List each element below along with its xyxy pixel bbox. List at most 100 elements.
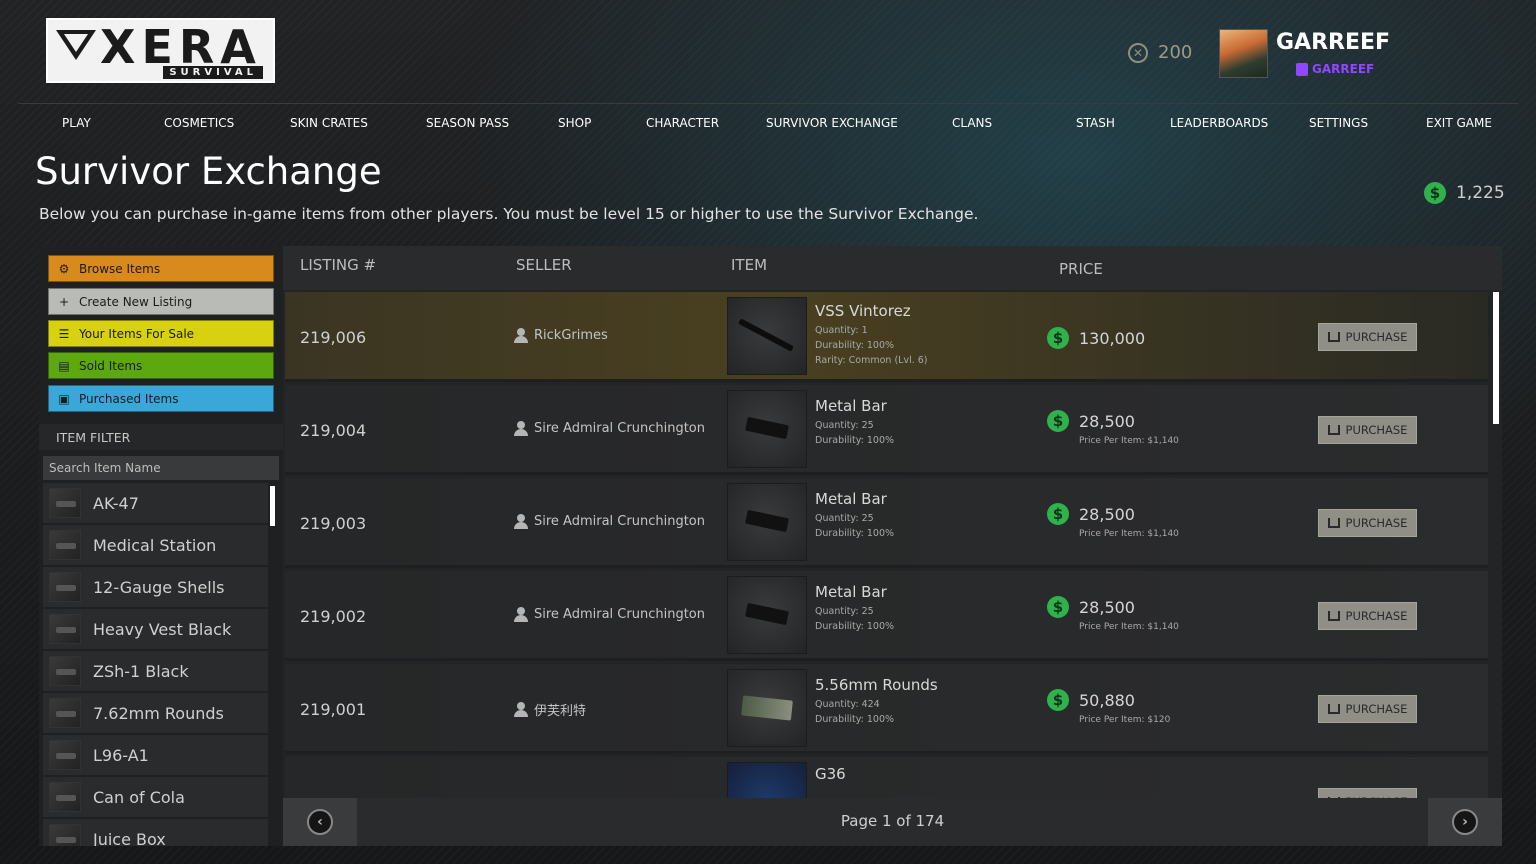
item-name: Metal Bar — [815, 490, 887, 508]
seller-name: Sire Admiral Crunchington — [534, 421, 705, 436]
table-row: 219,001 伊芙利特 5.56mm Rounds Quantity: 424… — [285, 664, 1488, 754]
item-durability: Durability: 100% — [815, 714, 895, 725]
filter-item-label: Heavy Vest Black — [93, 619, 232, 639]
main-nav: PLAY COSMETICS SKIN CRATES SEASON PASS S… — [18, 106, 1518, 142]
next-page-button[interactable]: › — [1428, 798, 1502, 846]
filter-item[interactable]: 12-Gauge Shells — [43, 567, 268, 609]
filter-item-label: 7.62mm Rounds — [93, 703, 224, 723]
seller-name: Sire Admiral Crunchington — [534, 607, 705, 622]
page-description: Below you can purchase in-game items fro… — [39, 205, 979, 223]
table-scrollbar[interactable] — [1493, 292, 1499, 424]
seller: Sire Admiral Crunchington — [514, 421, 705, 436]
coin-count: 200 — [1158, 42, 1193, 63]
create-listing-button[interactable]: + Create New Listing — [48, 288, 274, 315]
price: $28,500 — [1047, 503, 1135, 525]
cart-icon — [1327, 332, 1340, 342]
nav-stash[interactable]: STASH — [1076, 116, 1115, 130]
nav-shop[interactable]: SHOP — [558, 116, 591, 130]
nav-clans[interactable]: CLANS — [952, 116, 992, 130]
items-for-sale-button[interactable]: ☰ Your Items For Sale — [48, 320, 274, 347]
coin-balance: ✕ 200 — [1128, 42, 1192, 63]
logo-subtitle: SURVIVAL — [163, 66, 263, 79]
item-thumbnail — [49, 530, 81, 560]
item-quantity: Quantity: 25 — [815, 420, 874, 431]
table-row: G36 PURCHASE — [285, 757, 1488, 798]
purchase-button[interactable]: PURCHASE — [1318, 602, 1417, 630]
nav-settings[interactable]: SETTINGS — [1309, 116, 1368, 130]
item-thumbnail — [49, 782, 81, 812]
nav-character[interactable]: CHARACTER — [646, 116, 719, 130]
cart-icon — [1327, 611, 1340, 621]
item-thumbnail — [727, 390, 807, 468]
nav-play[interactable]: PLAY — [62, 116, 91, 130]
filter-item[interactable]: ZSh-1 Black — [43, 651, 268, 693]
item-info: VSS Vintorez Quantity: 1 Durability: 100… — [815, 302, 928, 368]
purchase-button[interactable]: PURCHASE — [1318, 323, 1417, 351]
filter-item[interactable]: Heavy Vest Black — [43, 609, 268, 651]
filter-item[interactable]: Medical Station — [43, 525, 268, 567]
price-per-item: Price Per Item: $1,140 — [1079, 436, 1179, 446]
filter-item[interactable]: 7.62mm Rounds — [43, 693, 268, 735]
purchase-button[interactable]: PURCHASE — [1318, 509, 1417, 537]
item-name: VSS Vintorez — [815, 302, 911, 320]
item-thumbnail — [49, 572, 81, 602]
item-rarity: Rarity: Common (Lvl. 6) — [815, 355, 928, 366]
item-info: Metal Bar Quantity: 25 Durability: 100% — [815, 490, 894, 541]
purchase-button[interactable]: PURCHASE — [1318, 788, 1417, 798]
purchase-label: PURCHASE — [1345, 702, 1408, 716]
nav-skin-crates[interactable]: SKIN CRATES — [290, 116, 368, 130]
seller: 伊芙利特 — [514, 700, 586, 719]
item-info: Metal Bar Quantity: 25 Durability: 100% — [815, 397, 894, 448]
listing-number: 219,006 — [300, 328, 367, 347]
price-value: 50,880 — [1079, 690, 1135, 710]
item-thumbnail — [727, 576, 807, 654]
filter-item[interactable]: AK-47 — [43, 483, 268, 525]
table-header: LISTING # SELLER ITEM PRICE — [283, 246, 1502, 290]
person-icon — [514, 607, 528, 622]
person-icon — [514, 514, 528, 529]
avatar[interactable] — [1219, 29, 1268, 78]
item-quantity: Quantity: 424 — [815, 699, 880, 710]
person-icon — [514, 421, 528, 436]
filter-item[interactable]: Can of Cola — [43, 777, 268, 819]
purchase-label: PURCHASE — [1345, 516, 1408, 530]
filter-item-label: Can of Cola — [93, 787, 185, 807]
purchased-items-button[interactable]: ▣ Purchased Items — [48, 385, 274, 412]
dollar-icon: $ — [1047, 327, 1069, 349]
seller-name: RickGrimes — [534, 328, 608, 343]
browse-items-button[interactable]: ⚙ Browse Items — [48, 255, 274, 282]
price: $130,000 — [1047, 327, 1145, 349]
filter-item-label: Medical Station — [93, 535, 217, 555]
balance-value: 1,225 — [1456, 183, 1505, 203]
filter-item[interactable]: Juice Box — [43, 819, 268, 846]
username: GARREEF — [1276, 30, 1391, 55]
nav-cosmetics[interactable]: COSMETICS — [164, 116, 234, 130]
price-value: 28,500 — [1079, 597, 1135, 617]
table-row: 219,003 Sire Admiral Crunchington Metal … — [285, 478, 1488, 568]
purchase-label: PURCHASE — [1345, 609, 1408, 623]
seller-name: Sire Admiral Crunchington — [534, 514, 705, 529]
page-title: Survivor Exchange — [35, 150, 382, 193]
header-listing: LISTING # — [300, 256, 377, 274]
item-durability: Durability: 100% — [815, 340, 895, 351]
nav-survivor-exchange[interactable]: SURVIVOR EXCHANGE — [766, 116, 898, 130]
bag-icon: ▣ — [58, 391, 70, 406]
browse-icon: ⚙ — [58, 261, 70, 276]
sold-items-button[interactable]: ▤ Sold Items — [48, 352, 274, 379]
twitch-link[interactable]: GARREEF — [1296, 62, 1374, 76]
nav-leaderboards[interactable]: LEADERBOARDS — [1170, 116, 1268, 130]
cart-icon — [1327, 425, 1340, 435]
purchase-button[interactable]: PURCHASE — [1318, 695, 1417, 723]
purchase-button[interactable]: PURCHASE — [1318, 416, 1417, 444]
filter-item[interactable]: L96-A1 — [43, 735, 268, 777]
search-input[interactable] — [43, 456, 279, 480]
item-info: Metal Bar Quantity: 25 Durability: 100% — [815, 583, 894, 634]
nav-exit-game[interactable]: EXIT GAME — [1426, 116, 1492, 130]
item-durability: Durability: 100% — [815, 435, 895, 446]
header-price: PRICE — [1059, 260, 1103, 278]
nav-season-pass[interactable]: SEASON PASS — [426, 116, 509, 130]
dollar-icon: $ — [1424, 182, 1446, 204]
purchase-label: PURCHASE — [1345, 423, 1408, 437]
filter-scrollbar[interactable] — [270, 486, 275, 526]
item-thumbnail — [727, 483, 807, 561]
